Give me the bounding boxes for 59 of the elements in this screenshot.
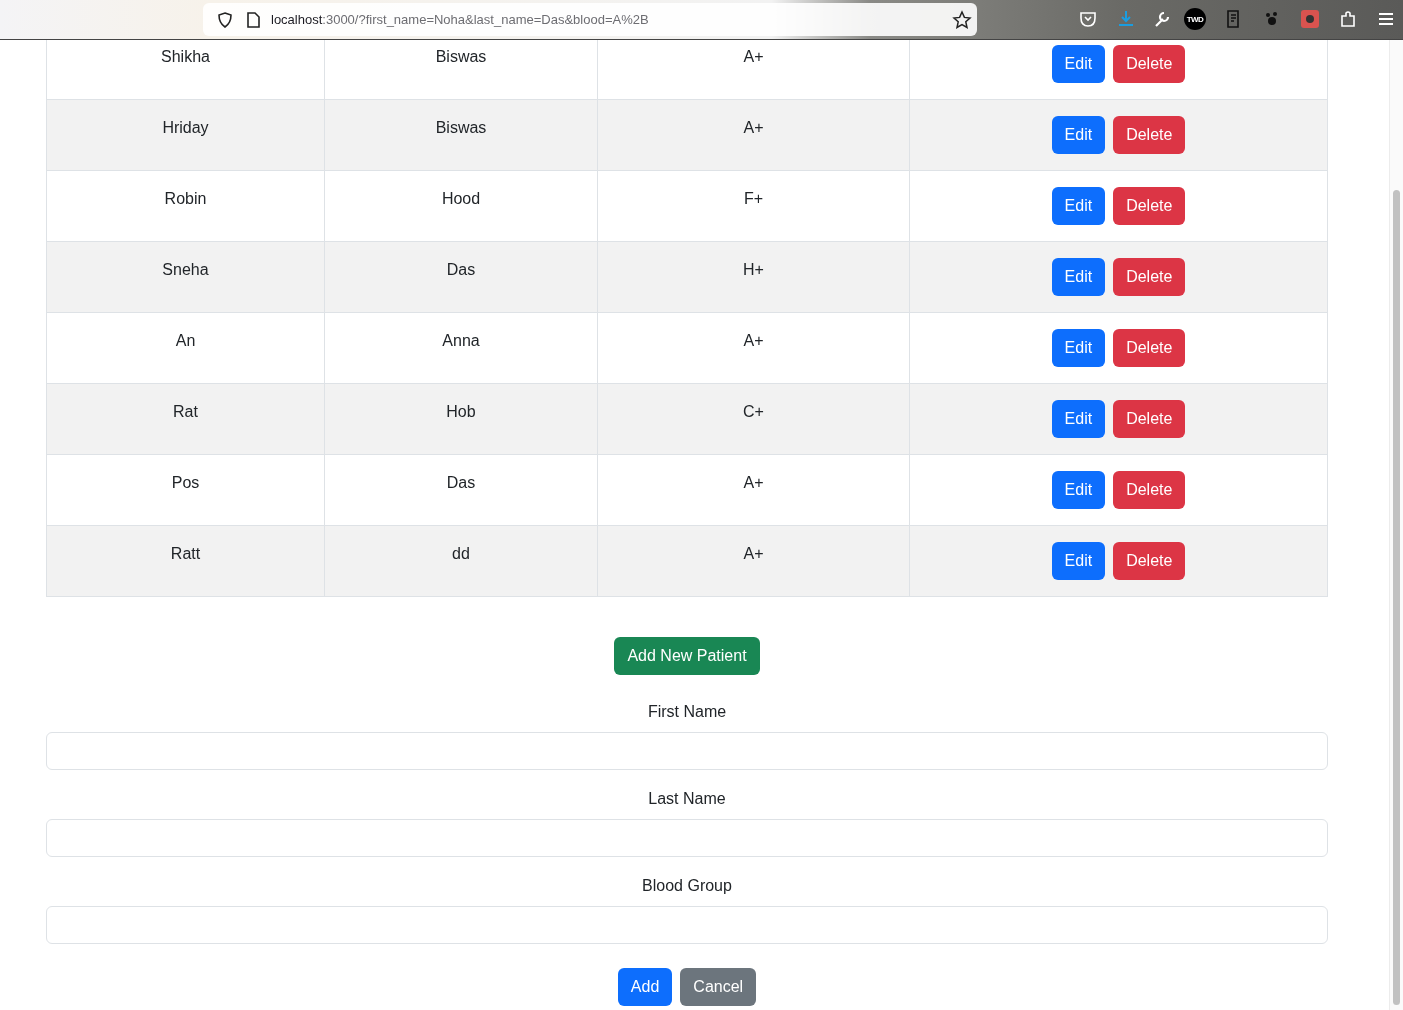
- cancel-button[interactable]: Cancel: [680, 968, 757, 1006]
- field-label: Blood Group: [642, 877, 732, 895]
- add-button[interactable]: Add: [617, 968, 673, 1006]
- edit-button[interactable]: Edit: [1051, 471, 1106, 509]
- page-icon[interactable]: [245, 11, 261, 29]
- last-name: dd: [452, 545, 470, 563]
- shield-icon[interactable]: [216, 11, 234, 29]
- edit-button[interactable]: Edit: [1051, 116, 1106, 154]
- field-label: First Name: [647, 703, 727, 721]
- scrollbar-thumb[interactable]: [1393, 190, 1400, 1005]
- first-name: An: [175, 332, 196, 350]
- last-name: Anna: [442, 332, 480, 350]
- last-name: Hob: [446, 403, 476, 421]
- delete-button[interactable]: Delete: [1113, 329, 1186, 367]
- address-bar[interactable]: localhost:3000/?first_name=Noha&last_name=Das&blood=A%2B: [203, 3, 977, 36]
- delete-button[interactable]: Delete: [1113, 542, 1186, 580]
- first-name: Robin: [164, 190, 207, 208]
- delete-button[interactable]: Delete: [1113, 471, 1186, 509]
- delete-button[interactable]: Delete: [1113, 187, 1186, 225]
- blood-group: H+: [743, 261, 764, 279]
- star-icon[interactable]: [952, 10, 972, 30]
- first-name: Pos: [171, 474, 200, 492]
- add-new-patient-button[interactable]: Add New Patient: [614, 637, 760, 675]
- pocket-icon[interactable]: [1078, 9, 1098, 29]
- delete-button[interactable]: Delete: [1113, 116, 1186, 154]
- edit-button[interactable]: Edit: [1051, 45, 1106, 83]
- delete-button[interactable]: Delete: [1113, 258, 1186, 296]
- edit-button[interactable]: Edit: [1051, 258, 1106, 296]
- blood-group: A+: [743, 545, 764, 563]
- last-name: Das: [446, 474, 476, 492]
- last-name: Das: [446, 261, 476, 279]
- first-name: Ratt: [170, 545, 201, 563]
- edit-button[interactable]: Edit: [1051, 329, 1106, 367]
- blood-group: F+: [743, 190, 764, 208]
- first-name: Shikha: [161, 48, 210, 66]
- first-name: Rat: [173, 403, 198, 421]
- blood-group: A+: [743, 48, 764, 66]
- last-name: Biswas: [435, 48, 487, 66]
- blood-group: A+: [743, 332, 764, 350]
- blood-group: C+: [743, 403, 764, 421]
- extension-badge[interactable]: TWD: [1184, 8, 1206, 30]
- edit-button[interactable]: Edit: [1051, 542, 1106, 580]
- puzzle-icon[interactable]: [1338, 9, 1358, 29]
- input-field[interactable]: [46, 906, 1328, 944]
- blood-group: A+: [743, 119, 764, 137]
- first-name: Sneha: [162, 261, 209, 279]
- edit-button[interactable]: Edit: [1051, 187, 1106, 225]
- input-field[interactable]: [46, 819, 1328, 857]
- edit-button[interactable]: Edit: [1051, 400, 1106, 438]
- input-field[interactable]: [46, 732, 1328, 770]
- last-name: Hood: [441, 190, 481, 208]
- delete-button[interactable]: Delete: [1113, 400, 1186, 438]
- first-name: Hriday: [162, 119, 209, 137]
- field-label: Last Name: [648, 790, 726, 808]
- download-icon[interactable]: [1116, 9, 1136, 29]
- last-name: Biswas: [435, 119, 487, 137]
- blood-group: A+: [743, 474, 764, 492]
- url-text[interactable]: localhost:3000/?first_name=Noha&last_name=Das&blood=A%2B: [271, 12, 649, 27]
- delete-button[interactable]: Delete: [1113, 45, 1186, 83]
